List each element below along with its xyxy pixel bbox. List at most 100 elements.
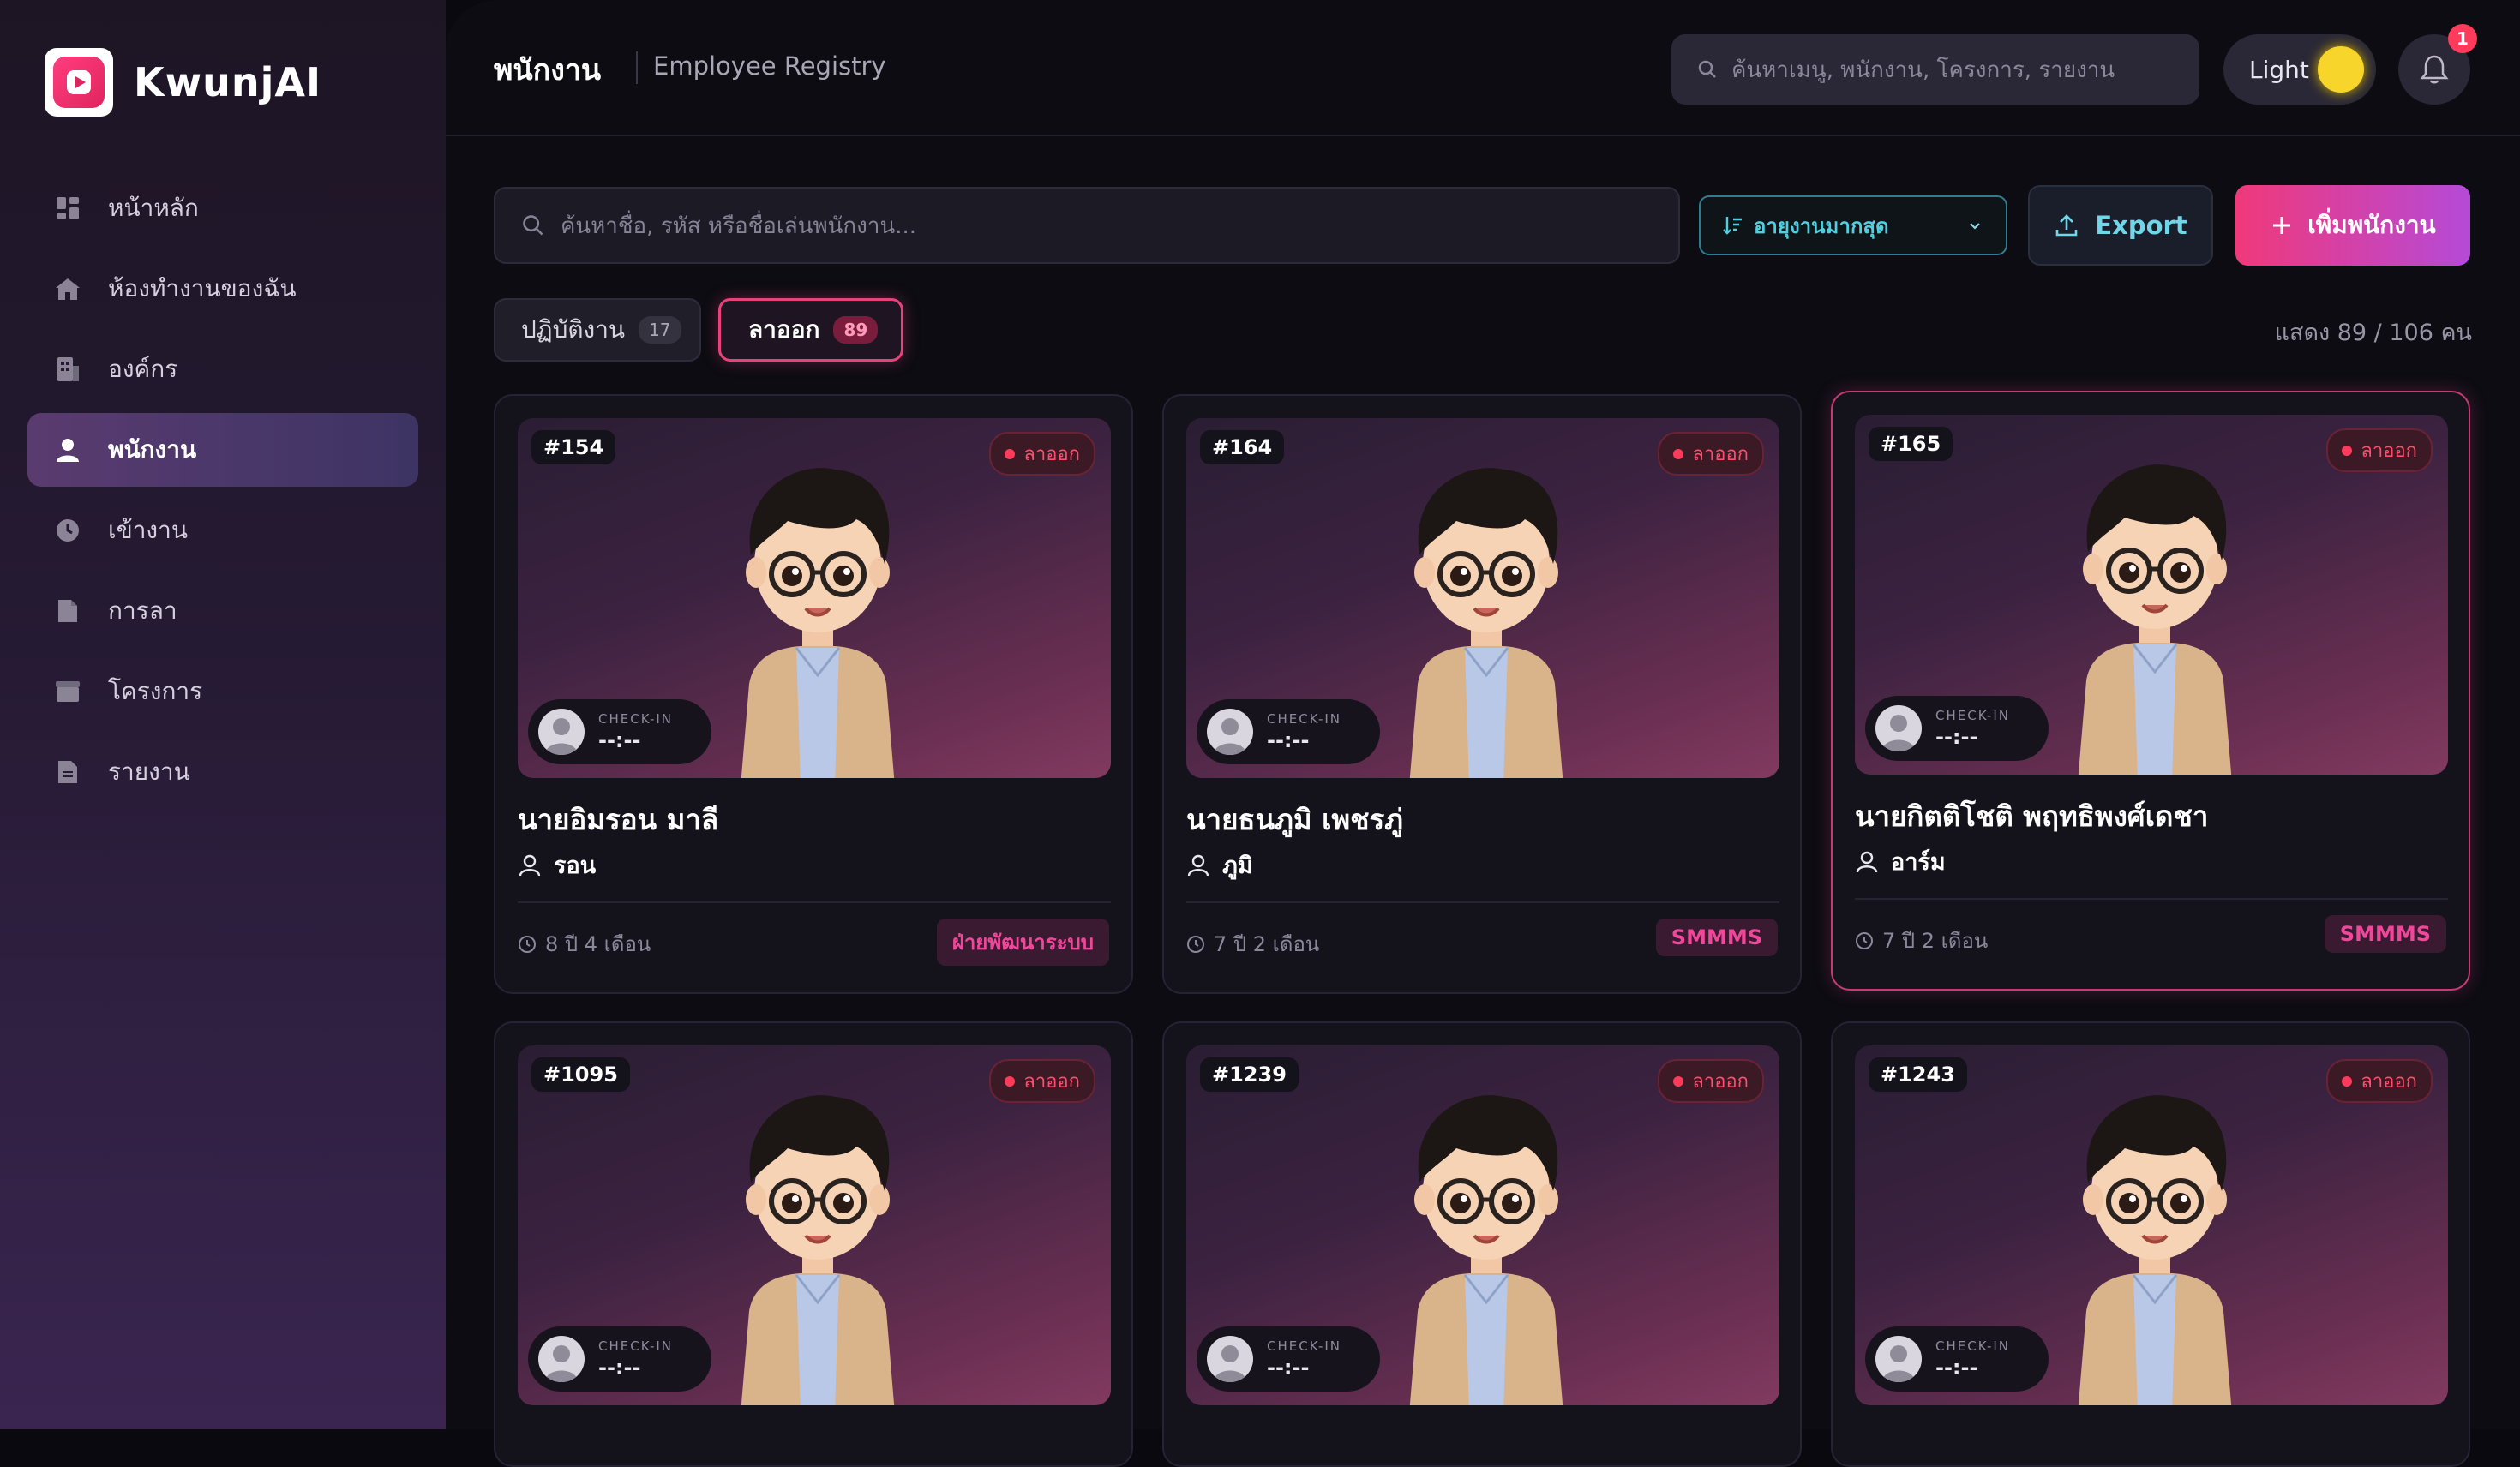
logo-icon [45, 48, 113, 117]
add-employee-button[interactable]: เพิ่มพนักงาน [2235, 185, 2470, 266]
clock-icon [519, 935, 536, 953]
employee-card[interactable]: #164 ลาออก CHECK-IN --:-- นายธนภูมิ เพชร… [1162, 394, 1802, 994]
global-search-input[interactable]: ค้นหาเมนู, พนักงาน, โครงการ, รายงาน [1671, 34, 2199, 105]
status-dot-icon [1673, 448, 1684, 459]
checkin-pill: CHECK-IN --:-- [1865, 696, 2049, 761]
user-icon [1187, 854, 1209, 876]
sidebar-item-my-workspace[interactable]: ห้องทำงานของฉัน [27, 252, 418, 326]
employee-photo: #164 ลาออก CHECK-IN --:-- [1186, 418, 1779, 778]
avatar [538, 709, 585, 755]
employee-id-badge: #164 [1200, 430, 1285, 464]
employee-tenure: 7 ปี 2 เดือน [1882, 929, 1989, 953]
home-icon [53, 274, 82, 303]
add-employee-label: เพิ่มพนักงาน [2307, 211, 2436, 239]
dashboard-icon [53, 194, 82, 223]
status-label: ลาออก [2361, 440, 2417, 462]
avatar [1875, 705, 1922, 751]
employee-nickname: รอน [554, 853, 597, 879]
sidebar-item-leave[interactable]: การลา [27, 574, 418, 648]
employee-name: นายธนภูมิ เพชรภู่ [1186, 803, 1404, 836]
sidebar-item-label: องค์กร [108, 355, 178, 383]
app-name: KwunjAI [134, 59, 322, 105]
employee-tenure: 7 ปี 2 เดือน [1214, 932, 1320, 956]
status-dot-icon [1005, 1075, 1016, 1087]
theme-toggle[interactable]: Light [2223, 34, 2376, 105]
user-placeholder-icon [1214, 1345, 1246, 1382]
clock-icon [53, 516, 82, 545]
export-label: Export [2095, 211, 2187, 240]
plus-icon [2273, 217, 2291, 234]
sidebar-item-label: เข้างาน [108, 516, 188, 544]
employee-search-input[interactable]: ค้นหาชื่อ, รหัส หรือชื่อเล่นพนักงาน... [494, 187, 1680, 264]
user-placeholder-icon [1214, 718, 1246, 755]
employee-card[interactable]: #1243 ลาออก CHECK-IN --:-- [1831, 1021, 2470, 1467]
checkin-time: --:-- [1267, 1356, 1310, 1380]
app-logo[interactable]: KwunjAI [45, 48, 321, 117]
checkin-pill: CHECK-IN --:-- [528, 699, 711, 764]
status-dot-icon [1673, 1075, 1684, 1087]
sidebar-item-projects[interactable]: โครงการ [27, 655, 418, 728]
employee-avatar-illustration [1409, 1095, 1563, 1405]
status-badge: ลาออก [1658, 432, 1764, 476]
user-icon [519, 854, 541, 876]
sidebar-item-attendance[interactable]: เข้างาน [27, 494, 418, 567]
tab-count: 89 [833, 316, 879, 344]
checkin-label: CHECK-IN [598, 1338, 674, 1354]
checkin-label: CHECK-IN [1267, 711, 1342, 727]
checkin-pill: CHECK-IN --:-- [1197, 1326, 1380, 1392]
employee-avatar-illustration [741, 468, 895, 778]
card-divider [1855, 898, 2448, 900]
sidebar-item-dashboard[interactable]: หน้าหลัก [27, 171, 418, 245]
status-label: ลาออก [2361, 1071, 2417, 1093]
sort-icon [1723, 217, 1742, 235]
tab-label: ปฏิบัติงาน [521, 315, 626, 344]
user-placeholder-icon [545, 718, 578, 755]
sidebar-item-reports[interactable]: รายงาน [27, 735, 418, 809]
employee-photo: #1243 ลาออก CHECK-IN --:-- [1855, 1045, 2448, 1405]
checkin-label: CHECK-IN [598, 711, 674, 727]
checkin-pill: CHECK-IN --:-- [528, 1326, 711, 1392]
sidebar-item-employees[interactable]: พนักงาน [27, 413, 418, 487]
employee-photo: #154 ลาออก CHECK-IN --:-- [518, 418, 1111, 778]
employee-avatar-illustration [2078, 1095, 2232, 1405]
employee-tenure-row: 8 ปี 4 เดือน [518, 927, 651, 961]
employee-card[interactable]: #1239 ลาออก CHECK-IN --:-- [1162, 1021, 1802, 1467]
clock-icon [1187, 935, 1204, 953]
chevron-down-icon [1970, 223, 1980, 230]
employee-tenure-row: 7 ปี 2 เดือน [1855, 924, 1988, 957]
sort-select[interactable]: อายุงานมากสุด [1699, 195, 2007, 255]
checkin-label: CHECK-IN [1935, 1338, 2011, 1354]
employee-card[interactable]: #165 ลาออก CHECK-IN --:-- นายกิตติโชติ พ… [1831, 391, 2470, 991]
page-subtitle: Employee Registry [653, 51, 886, 81]
upload-icon [2056, 214, 2078, 237]
sidebar-item-label: พนักงาน [108, 435, 197, 464]
building-icon [53, 355, 82, 384]
employee-avatar-illustration [2078, 464, 2232, 775]
employee-nickname-row: ภูมิ [1186, 847, 1253, 883]
document-icon [53, 596, 82, 626]
employee-id-badge: #154 [531, 430, 616, 464]
export-button[interactable]: Export [2028, 185, 2213, 266]
status-badge: ลาออก [1658, 1059, 1764, 1103]
sun-icon [2318, 46, 2364, 93]
search-icon [523, 215, 543, 236]
card-divider [518, 901, 1111, 903]
employee-nickname-row: รอน [518, 847, 596, 883]
status-label: ลาออก [1023, 1071, 1080, 1093]
employee-nickname: อาร์ม [1891, 849, 1946, 876]
tab-resigned-employees[interactable]: ลาออก 89 [718, 298, 903, 362]
avatar [1207, 709, 1253, 755]
status-badge: ลาออก [989, 432, 1095, 476]
user-icon [53, 435, 82, 464]
checkin-time: --:-- [1935, 1356, 1978, 1380]
status-label: ลาออก [1692, 444, 1749, 465]
employee-card[interactable]: #154 ลาออก CHECK-IN --:-- นายอิมรอน มาลี [494, 394, 1133, 994]
sidebar-item-organization[interactable]: องค์กร [27, 332, 418, 406]
tab-active-employees[interactable]: ปฏิบัติงาน 17 [494, 298, 701, 362]
department-badge: ฝ่ายพัฒนาระบบ [936, 919, 1109, 966]
checkin-pill: CHECK-IN --:-- [1197, 699, 1380, 764]
report-icon [53, 757, 82, 787]
employee-card[interactable]: #1095 ลาออก CHECK-IN --:-- [494, 1021, 1133, 1467]
sidebar-item-label: การลา [108, 596, 177, 625]
sidebar-item-label: รายงาน [108, 757, 190, 786]
